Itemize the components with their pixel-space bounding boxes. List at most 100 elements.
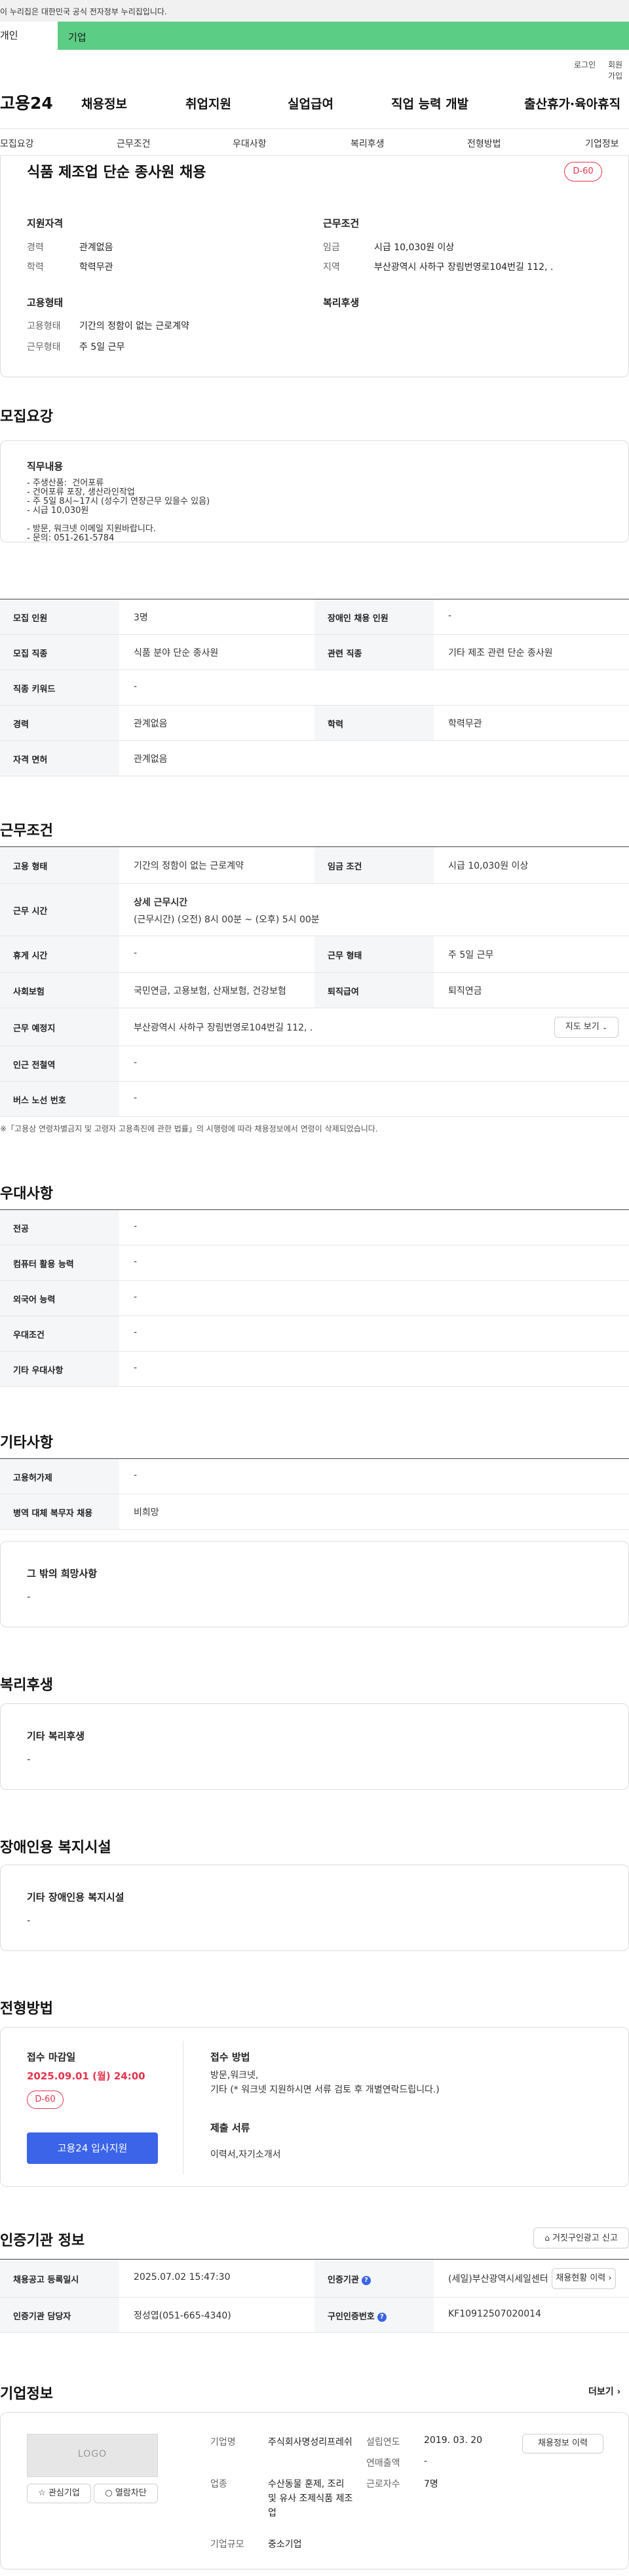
industry-value: 수산동물 훈제, 조리 및 유사 조제식품 제조업 [268,2479,353,2518]
apply-button[interactable]: 고용24 입사지원 [27,2132,158,2164]
tab-process[interactable]: 전형방법 [467,137,501,150]
chevron-right-icon: › [617,2387,621,2397]
tab-work-conditions[interactable]: 근무조건 [117,137,151,150]
career-value: 관계없음 [79,242,113,253]
employment-type-value: 기간의 정함이 없는 근로계약 [79,321,189,331]
career-row-label: 경력 [13,720,29,730]
tab-company[interactable]: 기업정보 [585,137,619,150]
nav-employment-support[interactable]: 취업지원 [185,94,231,112]
emp-type-value: 기간의 정함이 없는 근로계약 [134,861,244,871]
signup-link[interactable]: 회원가입 [608,59,629,81]
recruit-count-value: 3명 [134,613,148,623]
reg-date-label: 채용공고 등록일시 [13,2275,79,2285]
reg-date-value: 2025.07.02 15:47:30 [134,2272,231,2282]
cert-manager-value: 정성엽(051-665-4340) [134,2311,231,2321]
retirement-label: 퇴직급여 [328,987,359,997]
employees-label: 근로자수 [366,2479,400,2490]
block-view-button[interactable]: ○ 열람차단 [94,2484,158,2503]
rest-time-value: - [134,948,138,958]
table-row: 모집 인원 3명 장애인 채용 인원 - [0,599,629,635]
age-law-note: ※「고용상 연령차별금지 및 고령자 고용촉진에 관한 법률」의 시행령에 따라… [0,1124,378,1133]
other-wishes-value: - [27,1591,31,1602]
company-more-link[interactable]: 더보기 › [588,2385,620,2398]
license-value: 관계없음 [134,754,168,765]
table-row: 휴게 시간 - 근무 형태 주 5일 근무 [0,936,629,973]
military-alt-value: 비희망 [134,1507,159,1518]
nav-vocational-training[interactable]: 직업 능력 개발 [391,94,468,112]
work-shape-value: 주 5일 근무 [79,342,125,352]
logo-placeholder-text: LOGO [77,2449,107,2459]
false-ad-report-button[interactable]: ⌂ 거짓구인광고 신고 [533,2227,629,2248]
tab-individual[interactable]: 개인 [0,22,58,50]
other-wishes-box: 그 밖의 희망사항 - [0,1541,629,1627]
subway-label: 인근 전철역 [13,1061,56,1070]
table-row: 우대조건 - [0,1316,629,1352]
workplace-label: 근무 예정지 [13,1024,56,1034]
tab-corporate[interactable]: 기업 [68,30,86,44]
company-name-value: 주식회사명성리프레쉬 [268,2437,353,2448]
table-row: 사회보험 국민연금, 고용보험, 산재보험, 건강보험 퇴직급여 퇴직연금 [0,973,629,1008]
cert-table: 채용공고 등록일시 2025.07.02 15:47:30 인증기관? (세일)… [0,2259,629,2333]
map-view-button[interactable]: 지도 보기 ⌄ [554,1017,619,1038]
table-row: 자격 면허 관계없음 [0,741,629,776]
site-logo[interactable]: 고용24 [0,90,53,114]
table-row: 채용공고 등록일시 2025.07.02 15:47:30 인증기관? (세일)… [0,2260,629,2298]
info-icon[interactable]: ? [361,2275,371,2285]
cert-org-value: (세일)부산광역시세일센터 [448,2274,548,2284]
education-value: 학력무관 [79,262,113,273]
other-preference-value: - [134,1363,138,1373]
duty-heading: 직무내용 [27,461,64,472]
cert-number-value: KF10912507020014 [448,2309,541,2319]
nav-unemployment-benefit[interactable]: 실업급여 [288,94,334,112]
welfare-heading: 복리후생 [323,297,360,309]
job-title: 식품 제조업 단순 종사원 채용 [27,164,206,181]
license-label: 자격 면허 [13,755,48,765]
table-row: 기타 우대사항 - [0,1352,629,1387]
map-view-label: 지도 보기 [565,1022,600,1032]
table-row: 버스 노선 번호 - [0,1082,629,1117]
preferred-condition-value: - [134,1327,138,1338]
table-row: 직종 키워드 - [0,670,629,706]
computer-skill-label: 컴퓨터 활용 능력 [13,1260,74,1270]
login-link[interactable]: 로그인 [574,59,596,70]
work-shape-label: 근무형태 [27,342,61,352]
education-row-value: 학력무관 [448,719,482,729]
disability-other-value: - [27,1914,31,1926]
job-keyword-label: 직종 키워드 [13,685,56,694]
major-value: - [134,1221,138,1232]
nav-parental-leave[interactable]: 출산휴가·육아휴직 [524,94,620,112]
table-row: 근무 시간 상세 근무시간 (근무시간) (오전) 8시 00분 ~ (오후) … [0,884,629,936]
wage-cond-value: 시급 10,030원 이상 [448,861,529,871]
fav-company-button[interactable]: ☆ 관심기업 [27,2484,91,2503]
region-value: 부산광역시 사하구 장림번영로104번길 112, . [374,262,554,273]
language-value: - [134,1292,138,1302]
house-icon: ⌂ [544,2233,550,2243]
table-row: 고용 형태 기간의 정함이 없는 근로계약 임금 조건 시급 10,030원 이… [0,847,629,884]
preference-table: 전공 - 컴퓨터 활용 능력 - 외국어 능력 - 우대조건 - 기타 우대사항… [0,1209,629,1387]
info-icon[interactable]: ? [377,2312,387,2322]
history-label: 채용현황 이력 [556,2273,606,2283]
history-button[interactable]: 채용현황 이력 › [552,2268,616,2289]
table-row: 모집 직종 식품 분야 단순 종사원 관련 직종 기타 제조 관련 단순 종사원 [0,635,629,670]
tab-welfare[interactable]: 복리후생 [351,137,385,150]
military-alt-label: 병역 대체 복무자 채용 [13,1509,93,1519]
education-label: 학력 [27,262,44,273]
nav-jobs[interactable]: 채용정보 [81,94,127,112]
insurance-value: 국민연금, 고용보험, 산재보험, 건강보험 [134,986,286,996]
welfare-other-heading: 기타 복리후생 [27,1730,85,1742]
tab-preference[interactable]: 우대사항 [233,137,267,150]
etc-section-title: 기타사항 [0,1435,53,1451]
tab-recruit[interactable]: 모집요강 [0,137,34,150]
wage-label: 임금 [323,242,340,253]
apply-method-heading: 접수 방법 [210,2051,250,2063]
block-icon: ○ [105,2488,113,2498]
qualification-heading: 지원자격 [27,218,64,229]
welfare-other-value: - [27,1753,31,1765]
other-preference-label: 기타 우대사항 [13,1366,64,1376]
language-label: 외국어 능력 [13,1295,56,1305]
gov-banner: 이 누리집은 대한민국 공식 전자정부 누리집입니다. [0,0,629,22]
star-icon: ☆ [38,2488,46,2498]
disability-section-title: 장애인용 복지시설 [0,1840,111,1856]
company-history-button[interactable]: 채용정보 이력 [522,2434,603,2453]
table-row: 인근 전철역 - [0,1046,629,1082]
